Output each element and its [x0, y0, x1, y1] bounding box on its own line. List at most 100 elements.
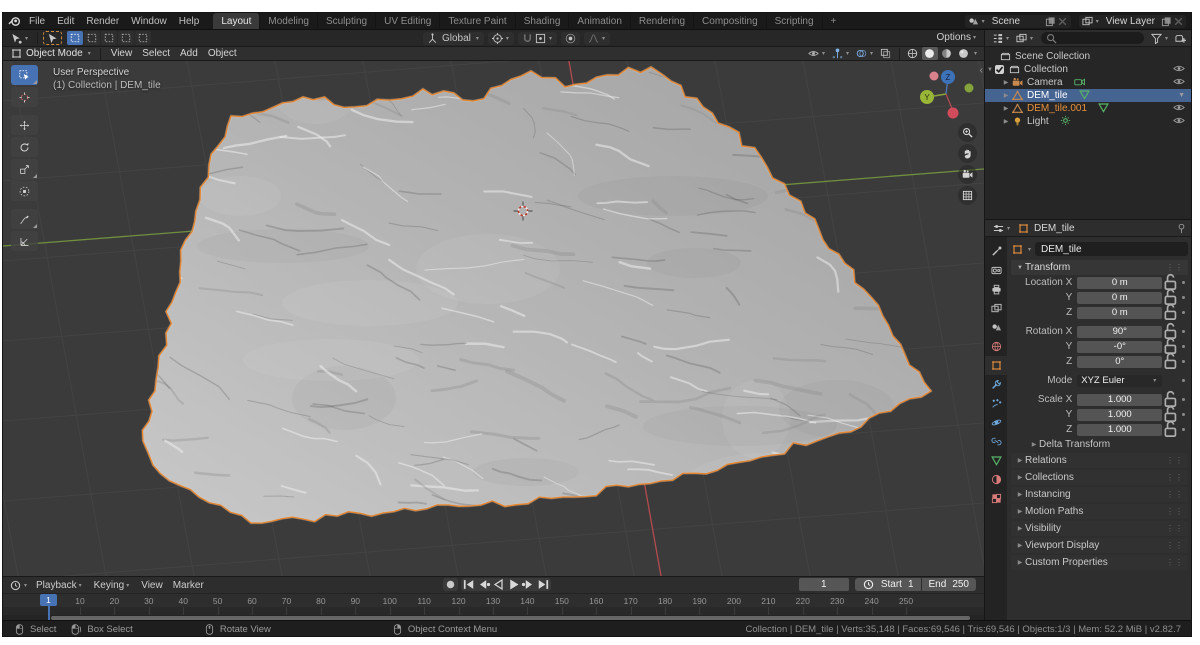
- viewport-menu-select[interactable]: Select: [137, 48, 175, 59]
- active-tool-indicator[interactable]: [43, 31, 62, 45]
- properties-tab-object[interactable]: [985, 356, 1007, 375]
- outliner-item-light[interactable]: ▶Light: [985, 115, 1192, 128]
- navigation-gizmo[interactable]: ZY: [918, 67, 976, 123]
- end-frame-field[interactable]: End 250: [922, 578, 976, 591]
- workspace-tab-compositing[interactable]: Compositing: [693, 13, 766, 29]
- menu-render[interactable]: Render: [80, 16, 125, 27]
- animate-dot[interactable]: [1179, 296, 1188, 299]
- select-subtract-button[interactable]: [101, 31, 117, 45]
- shading-solid-button[interactable]: [922, 47, 938, 60]
- properties-tab-data[interactable]: [985, 451, 1007, 470]
- current-frame-field[interactable]: 1: [799, 578, 849, 591]
- disclosure-triangle-icon[interactable]: ▶: [1001, 79, 1011, 86]
- collection-checkbox[interactable]: [995, 65, 1004, 74]
- workspace-tab-uv-editing[interactable]: UV Editing: [375, 13, 439, 29]
- properties-tab-particles[interactable]: [985, 394, 1007, 413]
- value-field[interactable]: -0°: [1077, 341, 1162, 353]
- shading-material-button[interactable]: [939, 47, 955, 60]
- value-field[interactable]: 1.000: [1077, 409, 1162, 421]
- panel-motion-paths[interactable]: ▶Motion Paths⋮⋮: [1011, 504, 1188, 519]
- outliner-item-camera[interactable]: ▶Camera: [985, 76, 1192, 89]
- workspace-tab-scripting[interactable]: Scripting: [766, 13, 822, 29]
- sidebar-collapse-icon[interactable]: ‹: [980, 65, 983, 76]
- zoom-button[interactable]: [958, 123, 977, 142]
- animate-dot[interactable]: [1179, 360, 1188, 363]
- value-field[interactable]: 90°: [1077, 326, 1162, 338]
- record-button[interactable]: [443, 578, 458, 591]
- outliner-filter-button[interactable]: ▾: [1148, 31, 1172, 45]
- jump-end-button[interactable]: [536, 578, 551, 591]
- animate-dot[interactable]: [1179, 311, 1188, 314]
- hide-in-viewport-toggle[interactable]: [1173, 103, 1185, 115]
- outliner-filter-type[interactable]: ▾: [1013, 31, 1037, 45]
- properties-tab-constraints[interactable]: [985, 432, 1007, 451]
- select-invert-button[interactable]: [118, 31, 134, 45]
- panel-viewport-display[interactable]: ▶Viewport Display⋮⋮: [1011, 538, 1188, 553]
- proportional-editing[interactable]: [561, 32, 580, 45]
- start-frame-field[interactable]: Start 1: [855, 578, 921, 591]
- pivot-dropdown[interactable]: ▾: [488, 32, 514, 45]
- animate-dot[interactable]: [1179, 330, 1188, 333]
- drag-handle-icon[interactable]: ⋮⋮: [1166, 507, 1184, 516]
- lock-icon[interactable]: [1162, 351, 1179, 371]
- animate-dot[interactable]: [1179, 379, 1188, 382]
- panel-relations[interactable]: ▶Relations⋮⋮: [1011, 453, 1188, 468]
- select-intersect-button[interactable]: [135, 31, 151, 45]
- outliner-item-dem-tile-001[interactable]: ▶DEM_tile.001: [985, 102, 1192, 115]
- outliner-item-dem-tile[interactable]: ▶DEM_tile▼: [985, 89, 1192, 102]
- viewport-menu-add[interactable]: Add: [175, 48, 203, 59]
- blender-logo-icon[interactable]: [8, 15, 21, 27]
- panel-instancing[interactable]: ▶Instancing⋮⋮: [1011, 487, 1188, 502]
- workspace-tab-animation[interactable]: Animation: [568, 13, 629, 29]
- workspace-tab-layout[interactable]: Layout: [213, 13, 259, 29]
- properties-tab-texture[interactable]: [985, 489, 1007, 508]
- menu-file[interactable]: File: [23, 16, 51, 27]
- value-field[interactable]: 0 m: [1077, 307, 1162, 319]
- measure-tool[interactable]: [11, 231, 38, 251]
- outliner-display-mode[interactable]: ▾: [989, 31, 1013, 45]
- properties-tab-physics[interactable]: [985, 413, 1007, 432]
- properties-tab-world[interactable]: [985, 337, 1007, 356]
- rotate-tool[interactable]: [11, 137, 38, 157]
- drag-handle-icon[interactable]: ⋮⋮: [1166, 456, 1184, 465]
- move-tool[interactable]: [11, 115, 38, 135]
- playhead-line[interactable]: [48, 606, 50, 621]
- object-visibility-dropdown[interactable]: ▾: [805, 47, 829, 60]
- animate-dot[interactable]: [1179, 413, 1188, 416]
- view-layer-selector[interactable]: ▾ View Layer: [1079, 15, 1186, 28]
- properties-tab-render[interactable]: [985, 261, 1007, 280]
- gizmos-toggle[interactable]: ▾: [829, 47, 853, 60]
- mode-dropdown[interactable]: Object Mode ▾: [8, 47, 95, 61]
- workspace-tab-sculpting[interactable]: Sculpting: [317, 13, 375, 29]
- drag-handle-icon[interactable]: ⋮⋮: [1166, 558, 1184, 567]
- workspace-tab-rendering[interactable]: Rendering: [630, 13, 693, 29]
- new-view-layer-icon[interactable]: [1160, 15, 1172, 27]
- select-box-tool[interactable]: [11, 65, 38, 85]
- viewport-menu-object[interactable]: Object: [203, 48, 242, 59]
- viewport-3d[interactable]: User Perspective (1) Collection | DEM_ti…: [3, 61, 984, 576]
- drag-handle-icon[interactable]: ⋮⋮: [1166, 524, 1184, 533]
- hide-in-viewport-toggle[interactable]: [1173, 77, 1185, 89]
- cursor-tool[interactable]: [11, 87, 38, 107]
- next-keyframe-button[interactable]: [521, 578, 536, 591]
- falloff-dropdown[interactable]: ▾: [584, 32, 610, 45]
- timeline-menu-marker[interactable]: Marker: [168, 580, 209, 591]
- chevron-down-icon[interactable]: ▼: [1178, 92, 1185, 99]
- workspace-tab-modeling[interactable]: Modeling: [259, 13, 317, 29]
- viewport-menu-view[interactable]: View: [106, 48, 138, 59]
- menu-edit[interactable]: Edit: [51, 16, 80, 27]
- timeline-track[interactable]: [3, 607, 984, 615]
- camera-view-button[interactable]: [958, 165, 977, 184]
- options-button[interactable]: Options ▾: [937, 32, 978, 43]
- pan-hand-button[interactable]: [958, 144, 977, 163]
- add-workspace-button[interactable]: +: [822, 13, 845, 29]
- lock-icon[interactable]: [1162, 302, 1179, 322]
- ortho-grid-button[interactable]: [958, 186, 977, 205]
- new-scene-icon[interactable]: [1045, 15, 1057, 27]
- xray-toggle[interactable]: [877, 47, 894, 60]
- disclosure-triangle-icon[interactable]: ▶: [1001, 92, 1011, 99]
- scene-selector[interactable]: ▾ Scene: [965, 15, 1071, 28]
- properties-tab-material[interactable]: [985, 470, 1007, 489]
- workspace-tab-shading[interactable]: Shading: [515, 13, 569, 29]
- value-field[interactable]: 0 m: [1077, 277, 1162, 289]
